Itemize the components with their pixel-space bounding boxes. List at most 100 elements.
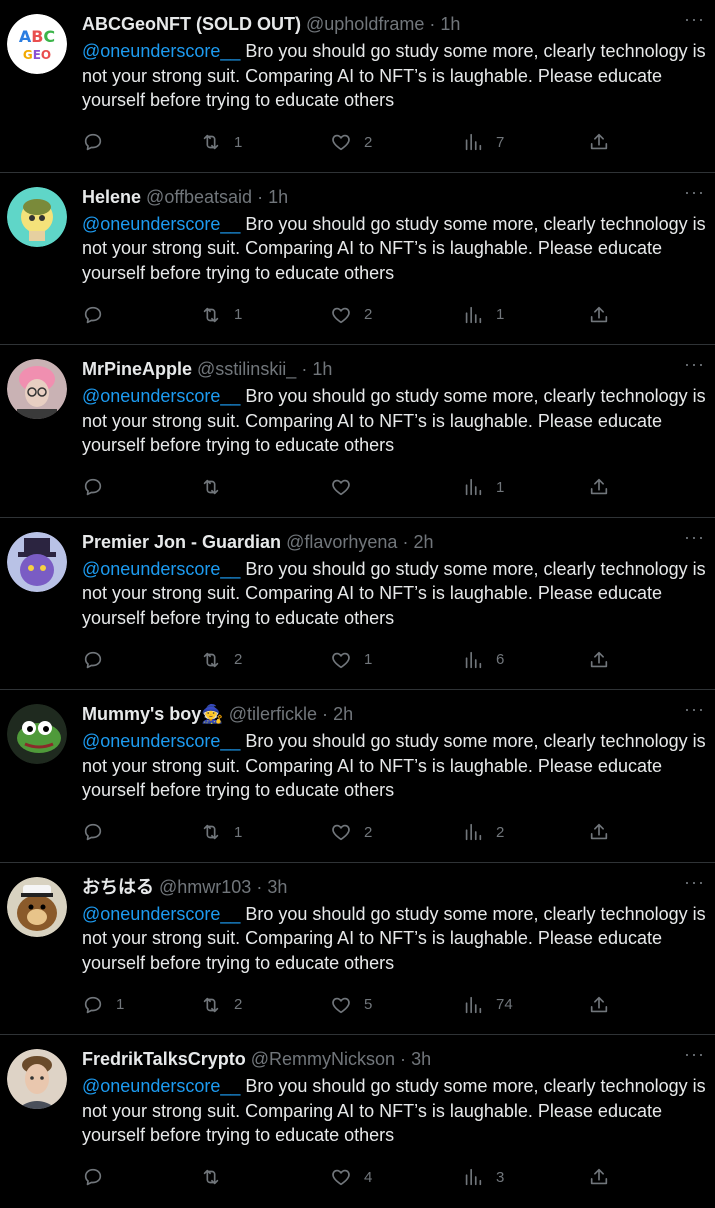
like-button[interactable]: 5: [330, 991, 372, 1019]
display-name[interactable]: MrPineApple: [82, 359, 192, 379]
more-options-icon[interactable]: ···: [684, 183, 705, 201]
views-button[interactable]: 3: [462, 1163, 504, 1191]
user-handle[interactable]: @flavorhyena: [286, 532, 397, 552]
timestamp[interactable]: 2h: [413, 532, 433, 552]
timestamp[interactable]: 2h: [333, 704, 353, 724]
retweet-button[interactable]: [200, 1163, 234, 1191]
user-handle[interactable]: @sstilinskii_: [197, 359, 296, 379]
retweet-icon: [203, 652, 219, 667]
retweet-icon: [203, 479, 219, 495]
retweet-button[interactable]: 1: [200, 818, 242, 846]
avatar[interactable]: [7, 1049, 67, 1109]
retweet-button[interactable]: 2: [200, 991, 242, 1019]
tweet-text: @oneunderscore__ Bro you should go study…: [82, 731, 706, 801]
tweet[interactable]: MrPineApple @sstilinskii_ · 1h ··· @oneu…: [0, 345, 715, 518]
display-name[interactable]: FredrikTalksCrypto: [82, 1049, 246, 1069]
user-handle[interactable]: @RemmyNickson: [251, 1049, 395, 1069]
more-options-icon[interactable]: ···: [684, 528, 705, 546]
reply-button[interactable]: [82, 646, 116, 674]
retweet-icon: [203, 307, 219, 322]
timestamp[interactable]: 3h: [267, 877, 287, 897]
views-chart-icon: [465, 996, 482, 1013]
svg-text:GEO: GEO: [23, 48, 51, 62]
share-button[interactable]: [588, 128, 610, 156]
mention-link[interactable]: @oneunderscore__: [82, 41, 240, 61]
avatar[interactable]: ABC GEO: [7, 14, 67, 74]
more-options-icon[interactable]: ···: [684, 700, 705, 718]
like-button[interactable]: 2: [330, 128, 372, 156]
retweet-button[interactable]: 1: [200, 301, 242, 329]
tweet[interactable]: おちはる @hmwr103 · 3h ··· @oneunderscore__ …: [0, 863, 715, 1035]
tweet-actions: 2 1 6: [82, 646, 622, 674]
share-button[interactable]: [588, 301, 610, 329]
share-button[interactable]: [588, 818, 610, 846]
tweet-actions: 1 2 5 74: [82, 991, 622, 1019]
avatar[interactable]: [7, 186, 67, 247]
mention-link[interactable]: @oneunderscore__: [82, 559, 240, 579]
retweet-icon: [203, 824, 219, 840]
reply-button[interactable]: [82, 473, 116, 501]
mention-link[interactable]: @oneunderscore__: [82, 386, 240, 406]
like-button[interactable]: 2: [330, 818, 372, 846]
like-button[interactable]: [330, 473, 364, 501]
tweet[interactable]: Mummy's boy🧙 @tilerfickle · 2h ··· @oneu…: [0, 690, 715, 863]
views-button[interactable]: 2: [462, 818, 504, 846]
reply-button[interactable]: [82, 1163, 116, 1191]
like-button[interactable]: 4: [330, 1163, 372, 1191]
tweet-actions: 1 2 2: [82, 818, 622, 846]
tweet-text: @oneunderscore__ Bro you should go study…: [82, 41, 706, 111]
retweet-count: 1: [234, 306, 243, 323]
timestamp[interactable]: 3h: [411, 1049, 431, 1069]
display-name[interactable]: Premier Jon - Guardian: [82, 532, 281, 552]
view-count: 74: [496, 996, 513, 1013]
like-button[interactable]: 2: [330, 301, 372, 329]
avatar[interactable]: [7, 876, 67, 937]
tweet[interactable]: Helene @offbeatsaid · 1h ··· @oneundersc…: [0, 173, 715, 345]
more-options-icon[interactable]: ···: [684, 355, 705, 373]
retweet-icon: [203, 1169, 219, 1185]
user-handle[interactable]: @upholdframe: [306, 14, 424, 34]
avatar[interactable]: [7, 359, 67, 419]
like-button[interactable]: 1: [330, 646, 372, 674]
reply-button[interactable]: [82, 128, 116, 156]
retweet-button[interactable]: [200, 473, 234, 501]
retweet-button[interactable]: 2: [200, 646, 242, 674]
timestamp[interactable]: 1h: [440, 14, 460, 34]
tweet[interactable]: ABC GEO ABCGeoNFT (SOLD OUT) @upholdfram…: [0, 0, 715, 173]
reply-button[interactable]: [82, 301, 116, 329]
like-count: 5: [364, 996, 373, 1013]
views-button[interactable]: 6: [462, 646, 504, 674]
retweet-button[interactable]: 1: [200, 128, 242, 156]
display-name[interactable]: ABCGeoNFT (SOLD OUT): [82, 14, 301, 34]
avatar[interactable]: [7, 531, 67, 592]
more-options-icon[interactable]: ···: [684, 873, 705, 891]
user-handle[interactable]: @hmwr103: [159, 877, 251, 897]
display-name[interactable]: Mummy's boy🧙: [82, 704, 224, 724]
more-options-icon[interactable]: ···: [684, 1045, 705, 1063]
timestamp[interactable]: 1h: [268, 187, 288, 207]
reply-button[interactable]: [82, 818, 116, 846]
more-options-icon[interactable]: ···: [684, 10, 705, 28]
share-button[interactable]: [588, 991, 610, 1019]
share-button[interactable]: [588, 473, 610, 501]
display-name[interactable]: Helene: [82, 187, 141, 207]
mention-link[interactable]: @oneunderscore__: [82, 1076, 240, 1096]
share-button[interactable]: [588, 646, 610, 674]
avatar[interactable]: [7, 704, 67, 764]
mention-link[interactable]: @oneunderscore__: [82, 904, 240, 924]
views-button[interactable]: 74: [462, 991, 513, 1019]
mention-link[interactable]: @oneunderscore__: [82, 214, 240, 234]
timestamp[interactable]: 1h: [312, 359, 332, 379]
reply-button[interactable]: 1: [82, 991, 124, 1019]
user-handle[interactable]: @offbeatsaid: [146, 187, 252, 207]
tweet[interactable]: Premier Jon - Guardian @flavorhyena · 2h…: [0, 518, 715, 690]
views-chart-icon: [465, 651, 482, 668]
views-button[interactable]: 1: [462, 301, 504, 329]
user-handle[interactable]: @tilerfickle: [229, 704, 317, 724]
views-button[interactable]: 1: [462, 473, 504, 501]
mention-link[interactable]: @oneunderscore__: [82, 731, 240, 751]
tweet[interactable]: FredrikTalksCrypto @RemmyNickson · 3h ··…: [0, 1035, 715, 1208]
display-name[interactable]: おちはる: [82, 877, 154, 897]
views-button[interactable]: 7: [462, 128, 504, 156]
share-button[interactable]: [588, 1163, 610, 1191]
